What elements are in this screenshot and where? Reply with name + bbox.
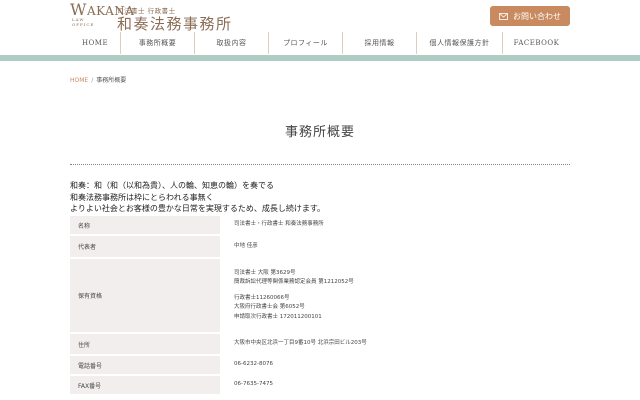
table-row: 保有資格 司法書士 大阪 第3629号 簡裁訴訟代理等関係業務認定会員 第121… bbox=[70, 259, 570, 332]
row-label: 名称 bbox=[70, 216, 220, 234]
row-value: 06-6232-8076 bbox=[220, 356, 570, 374]
nav-item-home[interactable]: HOME bbox=[70, 32, 120, 54]
contact-button[interactable]: お問い合わせ bbox=[490, 6, 570, 26]
intro-line: 和奏：和（和（以和為貴）、人の輪、知恵の輪）を奏でる bbox=[70, 181, 274, 190]
table-row: FAX番号 06-7635-7475 bbox=[70, 376, 570, 394]
nav-item-services[interactable]: 取扱内容 bbox=[194, 32, 268, 54]
value-line: 大阪市中央区北浜一丁目9番10号 北浜宗田ビル203号 bbox=[234, 340, 367, 347]
nav-item-office-overview[interactable]: 事務所概要 bbox=[120, 32, 194, 54]
value-line: 申請取次行政書士 172011200101 bbox=[234, 313, 322, 320]
logo-name: 和奏法務事務所 bbox=[117, 15, 233, 33]
table-row: 名称 司法書士・行政書士 和奏法務事務所 bbox=[70, 216, 570, 234]
nav-item-recruit[interactable]: 採用情報 bbox=[342, 32, 416, 54]
page-title: 事務所概要 bbox=[284, 125, 355, 140]
row-label: 電話番号 bbox=[70, 356, 220, 374]
divider bbox=[70, 164, 570, 165]
intro-line: 和奏法務事務所は枠にとらわれる事無く bbox=[70, 192, 214, 202]
intro-text: 和奏：和（和（以和為貴）、人の輪、知恵の輪）を奏でる 和奏法務事務所は枠にとらわ… bbox=[70, 180, 325, 215]
header-band bbox=[0, 55, 640, 61]
row-value: 司法書士・行政書士 和奏法務事務所 bbox=[220, 216, 570, 234]
value-line: 大阪府行政書士会 第6052号 bbox=[234, 304, 305, 311]
row-label: FAX番号 bbox=[70, 376, 220, 394]
breadcrumb: HOME / 事務所概要 bbox=[70, 75, 126, 84]
row-value: 大阪市中央区北浜一丁目9番10号 北浜宗田ビル203号 bbox=[220, 334, 570, 354]
table-row: 代表者 中地 佳彦 bbox=[70, 236, 570, 257]
breadcrumb-current: 事務所概要 bbox=[96, 77, 127, 84]
value-line: 行政書士11260066号 bbox=[234, 294, 290, 301]
table-row: 電話番号 06-6232-8076 bbox=[70, 356, 570, 374]
row-label: 住所 bbox=[70, 334, 220, 354]
logo-mark: WAKANA LAW OFFICE bbox=[70, 2, 134, 33]
value-line: 06-6232-8076 bbox=[234, 361, 273, 368]
value-line: 06-7635-7475 bbox=[234, 381, 273, 388]
nav-item-privacy[interactable]: 個人情報保護方針 bbox=[416, 32, 502, 54]
logo-sub-line: OFFICE bbox=[72, 22, 95, 27]
row-value: 司法書士 大阪 第3629号 簡裁訴訟代理等関係業務認定会員 第1212052号… bbox=[220, 259, 570, 332]
row-label: 保有資格 bbox=[70, 259, 220, 332]
breadcrumb-separator: / bbox=[91, 77, 94, 84]
row-value: 中地 佳彦 bbox=[220, 236, 570, 257]
nav-item-profile[interactable]: プロフィール bbox=[268, 32, 342, 54]
table-row: 住所 大阪市中央区北浜一丁目9番10号 北浜宗田ビル203号 bbox=[70, 334, 570, 354]
value-line: 司法書士・行政書士 和奏法務事務所 bbox=[234, 221, 324, 228]
row-label: 代表者 bbox=[70, 236, 220, 257]
intro-line: よりよい社会とお客様の豊かな日常を実現するため、成長し続けます。 bbox=[70, 204, 326, 213]
row-value: 06-7635-7475 bbox=[220, 376, 570, 394]
breadcrumb-home[interactable]: HOME bbox=[70, 77, 88, 84]
contact-label: お問い合わせ bbox=[513, 11, 561, 21]
main-nav: HOME 事務所概要 取扱内容 プロフィール 採用情報 個人情報保護方針 FAC… bbox=[70, 32, 570, 54]
site-header: WAKANA LAW OFFICE 司法書士 行政書士 和奏法務事務所 お問い合… bbox=[0, 0, 640, 56]
logo-subtext: LAW OFFICE bbox=[72, 17, 112, 27]
value-line: 簡裁訴訟代理等関係業務認定会員 第1212052号 bbox=[234, 279, 354, 286]
site-logo[interactable]: WAKANA LAW OFFICE 司法書士 行政書士 和奏法務事務所 bbox=[70, 2, 270, 34]
nav-item-facebook[interactable]: FACEBOOK bbox=[502, 32, 570, 54]
office-info-table: 名称 司法書士・行政書士 和奏法務事務所 代表者 中地 佳彦 保有資格 司法書士… bbox=[70, 216, 570, 396]
mail-icon bbox=[499, 12, 508, 20]
value-line: 中地 佳彦 bbox=[234, 242, 258, 249]
value-line: 司法書士 大阪 第3629号 bbox=[234, 269, 296, 276]
